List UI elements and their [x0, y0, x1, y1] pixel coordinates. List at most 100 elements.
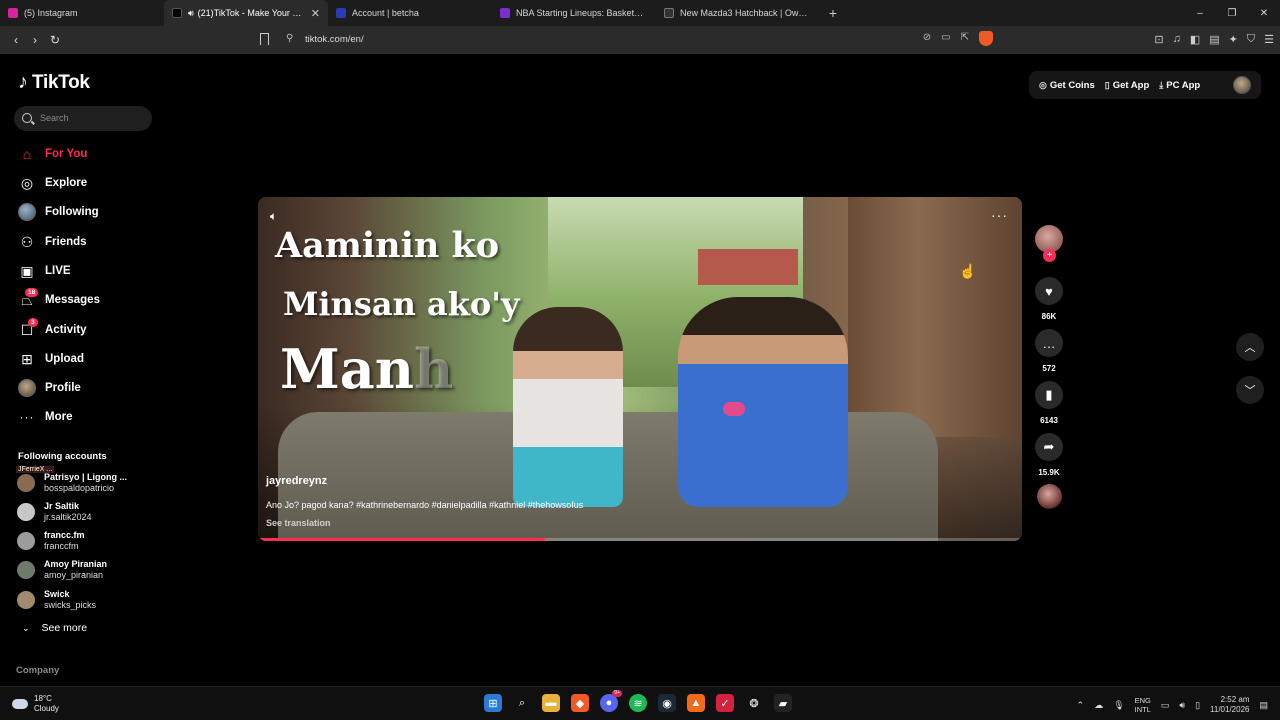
- pc-app-button[interactable]: ⤓ PC App: [1159, 80, 1200, 91]
- spotify-icon[interactable]: ≋: [629, 694, 647, 712]
- language-indicator[interactable]: ENG INTL: [1135, 696, 1151, 714]
- share-icon[interactable]: ⇱: [961, 32, 969, 46]
- following-account-item[interactable]: Amoy Piranian amoy_piranian: [17, 557, 144, 583]
- bookmark-icon[interactable]: [260, 33, 269, 45]
- see-more-button[interactable]: ⌄ See more: [22, 622, 87, 634]
- site-info-icon[interactable]: ⚲: [286, 33, 293, 44]
- previous-video-button[interactable]: ︿: [1236, 333, 1264, 361]
- leo-ai-icon[interactable]: ✦: [1229, 33, 1238, 46]
- app-dark-icon[interactable]: ▰: [774, 694, 792, 712]
- clock[interactable]: 2:52 am 11/01/2026: [1210, 695, 1249, 715]
- minimize-button[interactable]: –: [1184, 0, 1216, 26]
- like-count: 86K: [1041, 312, 1057, 321]
- following-account-item[interactable]: Swick swicks_picks: [17, 587, 144, 613]
- video-scene-door: [848, 197, 1022, 437]
- sidebar-item-activity[interactable]: ☐ 3 Activity: [17, 318, 87, 342]
- video-scene-shirt-heart: [723, 402, 745, 416]
- cast-icon[interactable]: ▭: [941, 32, 950, 46]
- battery-icon[interactable]: ▯: [1195, 700, 1200, 711]
- speaker-icon[interactable]: 🔊︎: [1179, 700, 1185, 711]
- tab-mazda[interactable]: New Mazda3 Hatchback | Own The M: [656, 0, 820, 26]
- save-button[interactable]: ▮: [1035, 381, 1063, 409]
- reload-icon[interactable]: ↻: [48, 33, 62, 47]
- betcha-favicon-icon: [336, 8, 346, 18]
- media-icon[interactable]: ♫: [1173, 33, 1181, 46]
- tab-betcha[interactable]: Account | betcha: [328, 0, 492, 26]
- get-coins-button[interactable]: ◎ Get Coins: [1039, 80, 1095, 91]
- close-tab-icon[interactable]: ✕: [311, 7, 320, 20]
- close-window-button[interactable]: ✕: [1248, 0, 1280, 26]
- wifi-icon[interactable]: ▭: [1161, 700, 1170, 711]
- sidebar-item-upload[interactable]: ⊞ Upload: [17, 347, 84, 371]
- video-author[interactable]: jayredreynz: [266, 475, 327, 487]
- phone-icon: ▯: [1104, 79, 1110, 90]
- following-account-item[interactable]: Patrisyo | Ligong ... bosspaldopatricio: [17, 470, 144, 496]
- hand-cursor-icon: ☝: [959, 263, 977, 279]
- video-scene-person-right: [678, 297, 848, 507]
- system-tray: ⌃ ☁ 🎙︎ ENG INTL ▭ 🔊︎ ▯ 2:52 am 11/01/202…: [1077, 695, 1268, 715]
- restore-button[interactable]: ❐: [1216, 0, 1248, 26]
- following-account-item[interactable]: Jr Saltik jr.saltik2024: [17, 499, 144, 525]
- share-count: 15.9K: [1038, 468, 1060, 477]
- get-app-button[interactable]: ▯ Get App: [1105, 80, 1150, 91]
- sidebar-item-profile[interactable]: Profile: [17, 376, 81, 400]
- chevron-up-icon[interactable]: ⌃: [1077, 700, 1085, 711]
- sidebar-toggle-icon[interactable]: ◧: [1190, 33, 1200, 46]
- brave-shields-icon[interactable]: [979, 31, 993, 46]
- share-button[interactable]: ➦: [1035, 433, 1063, 461]
- app-red-icon[interactable]: ✓: [716, 694, 734, 712]
- network-icon[interactable]: ☁: [1094, 700, 1103, 711]
- sidebar-item-more[interactable]: ··· More: [17, 405, 73, 429]
- notifications-icon[interactable]: ▤: [1259, 700, 1268, 711]
- volume-icon[interactable]: 🔈︎: [270, 209, 277, 224]
- search-icon[interactable]: ⌕: [513, 694, 531, 712]
- avatar: [17, 591, 35, 609]
- user-avatar[interactable]: [1233, 76, 1251, 94]
- discord-icon[interactable]: ● 9+: [600, 690, 622, 712]
- microphone-icon[interactable]: 🎙︎: [1113, 700, 1124, 711]
- forward-icon[interactable]: ›: [28, 33, 42, 47]
- chatgpt-icon[interactable]: ❂: [745, 694, 763, 712]
- file-explorer-icon[interactable]: ▬: [542, 694, 560, 712]
- search-icon: [22, 113, 32, 123]
- url-text[interactable]: tiktok.com/en/: [305, 34, 364, 45]
- window-controls: – ❐ ✕: [1184, 0, 1280, 26]
- next-video-button[interactable]: ﹀: [1236, 376, 1264, 404]
- vpn-icon[interactable]: ⛉: [1247, 33, 1255, 46]
- video-progress-bar[interactable]: [258, 538, 1022, 541]
- wallet-icon[interactable]: ▤: [1209, 33, 1219, 46]
- sidebar-item-messages[interactable]: ⏢ 18 Messages: [17, 288, 100, 312]
- weather-widget[interactable]: 18°C Cloudy: [12, 694, 59, 714]
- sidebar-item-live[interactable]: ▣ LIVE: [17, 259, 70, 283]
- tab-tiktok[interactable]: 🔊︎ (21)TikTok - Make Your Day ✕: [164, 0, 328, 26]
- tab-instagram[interactable]: (5) Instagram: [0, 0, 164, 26]
- speaker-icon[interactable]: 🔊︎: [188, 8, 194, 19]
- music-disc-icon[interactable]: [1037, 484, 1062, 509]
- following-account-item[interactable]: francc.fm franccfm: [17, 528, 144, 554]
- sidebar-item-explore[interactable]: ◎ Explore: [17, 171, 87, 195]
- company-link[interactable]: Company: [16, 665, 59, 676]
- avatar: [18, 379, 36, 397]
- url-bar[interactable]: ⚲ tiktok.com/en/ ⊘ ▭ ⇱: [256, 29, 1001, 51]
- tab-nba[interactable]: NBA Starting Lineups: Basketball Dai: [492, 0, 656, 26]
- new-tab-button[interactable]: +: [820, 0, 846, 26]
- more-options-icon[interactable]: ···: [991, 207, 1008, 223]
- like-button[interactable]: ♥: [1035, 277, 1063, 305]
- see-translation-link[interactable]: See translation: [266, 518, 331, 528]
- windows-start-icon[interactable]: ⊞: [484, 694, 502, 712]
- search-input[interactable]: Search: [14, 106, 152, 131]
- sidebar-item-friends[interactable]: ⚇ Friends: [17, 230, 87, 254]
- app-orange-icon[interactable]: ▲: [687, 694, 705, 712]
- back-icon[interactable]: ‹: [9, 33, 23, 47]
- steam-icon[interactable]: ◉: [658, 694, 676, 712]
- sidebar-item-for-you[interactable]: ⌂ For You: [17, 142, 88, 166]
- brave-browser-icon[interactable]: ◆: [571, 694, 589, 712]
- reader-off-icon[interactable]: ⊘: [923, 32, 931, 46]
- video-player[interactable]: Aaminin ko Minsan ako'y Manh 🔈︎ ··· jayr…: [258, 197, 1022, 541]
- menu-icon[interactable]: ☰: [1264, 33, 1274, 46]
- follow-plus-icon[interactable]: +: [1043, 249, 1056, 262]
- tiktok-logo[interactable]: ♪ TikTok: [18, 71, 90, 94]
- screenshot-icon[interactable]: ⊡: [1154, 33, 1163, 46]
- sidebar-item-following[interactable]: Following: [17, 200, 99, 224]
- comment-button[interactable]: …: [1035, 329, 1063, 357]
